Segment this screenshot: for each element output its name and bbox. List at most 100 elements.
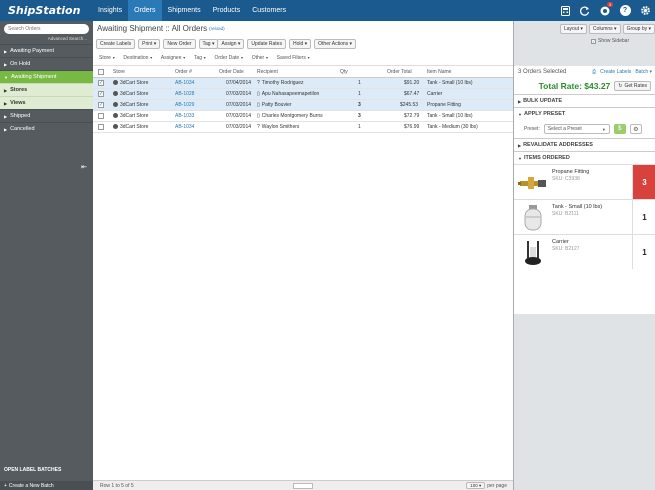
select-all-checkbox[interactable] [98, 69, 104, 75]
layout-button[interactable]: Layout ▾ [560, 24, 587, 34]
nav-insights[interactable]: Insights [92, 0, 128, 21]
caret-right-icon: ▶ [4, 61, 8, 67]
calculator-icon[interactable] [555, 0, 575, 21]
show-sidebar-toggle[interactable]: ✓ Show Sidebar [591, 38, 629, 44]
filter-order-date[interactable]: Order Date▼ [214, 55, 243, 61]
sidebar-item-shipped[interactable]: ▶ Shipped [0, 109, 93, 122]
shipstation-logo[interactable]: ShipStation [0, 0, 92, 21]
revalidate-addresses-section[interactable]: ▶ REVALIDATE ADDRESSES [514, 138, 655, 151]
search-orders-input[interactable] [4, 24, 89, 34]
ordered-item: Carrier SKU: B2127 1 [514, 234, 655, 269]
recipient-cell: ▯ Apu Nahasapeemapetilon [257, 91, 320, 97]
caret-down-icon: ▼ [4, 74, 8, 80]
col-order-total[interactable]: Order Total [387, 69, 412, 75]
apply-preset-section[interactable]: ▼ APPLY PRESET [514, 107, 655, 120]
qty-cell: 1 [358, 80, 361, 86]
nav-orders[interactable]: Orders [128, 0, 162, 21]
tag-assign-group: Tag ▾ Assign ▾ [198, 38, 245, 49]
preset-select[interactable]: Select a Preset ▼ [543, 124, 610, 134]
caret-right-icon: ▶ [4, 87, 8, 93]
batch-link[interactable]: Batch ▾ [635, 69, 652, 75]
orders-table: Store Order # Order Date Recipient Qty O… [93, 67, 513, 133]
advanced-search-link[interactable]: Advanced Search... [48, 36, 87, 41]
create-labels-button[interactable]: Create Labels [96, 38, 136, 49]
assign-button[interactable]: Assign ▾ [217, 38, 245, 49]
order-number-link[interactable]: AB-1028 [175, 91, 194, 97]
sidebar-item-on-hold[interactable]: ▶ On Hold [0, 57, 93, 70]
table-row[interactable]: ✓ 3dCart Store AB-1029 07/03/2014 ▯ Patty… [93, 100, 513, 111]
update-rates-button[interactable]: Update Rates [247, 38, 286, 49]
row-checkbox[interactable] [98, 113, 104, 119]
get-rates-button[interactable]: ↻ Get Rates [614, 81, 651, 91]
filter-tag[interactable]: Tag▼ [194, 55, 207, 61]
col-recipient[interactable]: Recipient [257, 69, 278, 75]
new-order-button[interactable]: New Order [163, 38, 196, 49]
show-sidebar-checkbox[interactable]: ✓ [591, 38, 596, 44]
sidebar-item-cancelled[interactable]: ▶ Cancelled [0, 122, 93, 135]
col-order-date[interactable]: Order Date [219, 69, 244, 75]
col-order-number[interactable]: Order # [175, 69, 192, 75]
filter-destination[interactable]: Destination▼ [123, 55, 152, 61]
preset-label: Preset: [524, 126, 540, 132]
address-status-icon: ? [257, 80, 260, 86]
table-row[interactable]: 3dCart Store AB-1033 07/03/2014 ▯ Charles… [93, 111, 513, 122]
columns-button[interactable]: Columns ▾ [588, 24, 621, 34]
col-item-name[interactable]: Item Name [427, 69, 451, 75]
sidebar-subitem-views[interactable]: ▶ Views [0, 96, 93, 109]
table-row[interactable]: ✓ 3dCart Store AB-1028 07/03/2014 ▯ Apu N… [93, 89, 513, 100]
collapse-sidebar-icon[interactable]: ⇤ [81, 163, 87, 171]
order-date-cell: 07/03/2014 [226, 91, 252, 97]
horizontal-scrollbar[interactable] [293, 483, 313, 489]
nav-shipments[interactable]: Shipments [162, 0, 207, 21]
reload-link[interactable]: (reload) [209, 26, 225, 31]
refresh-icon[interactable] [575, 0, 595, 21]
row-checkbox[interactable]: ✓ [98, 80, 104, 86]
print-icon[interactable]: ⎙ [592, 69, 596, 75]
nav-products[interactable]: Products [207, 0, 247, 21]
nav-customers[interactable]: Customers [246, 0, 292, 21]
notifications-icon[interactable]: 3 [595, 0, 615, 21]
order-number-link[interactable]: AB-1034 [175, 124, 194, 130]
tag-button[interactable]: Tag ▾ [198, 38, 219, 49]
order-details-panel: 3 Orders Selected ⎙ Create Labels Batch … [514, 66, 655, 314]
items-ordered-section[interactable]: ▼ ITEMS ORDERED [514, 151, 655, 164]
table-row[interactable]: 3dCart Store AB-1034 07/03/2014 ? Waylon … [93, 122, 513, 133]
filter-assignee[interactable]: Assignee▼ [161, 55, 186, 61]
col-qty[interactable]: Qty [340, 69, 348, 75]
gear-icon[interactable] [635, 0, 655, 21]
group-by-button[interactable]: Group by ▾ [622, 24, 655, 34]
preset-settings-button[interactable]: ⚙ [629, 124, 642, 134]
col-store[interactable]: Store [113, 69, 125, 75]
ordered-item: Tank - Small (10 lbs) SKU: B2111 1 [514, 199, 655, 234]
sidebar-subitem-stores[interactable]: ▶ Stores [0, 83, 93, 96]
create-labels-link[interactable]: Create Labels [600, 69, 631, 75]
hold-button[interactable]: Hold ▾ [288, 38, 312, 49]
order-number-link[interactable]: AB-1034 [175, 80, 194, 86]
sidebar-item-awaiting-payment[interactable]: ▶ Awaiting Payment [0, 44, 93, 57]
notification-badge: 3 [606, 2, 613, 7]
table-row[interactable]: ✓ 3dCart Store AB-1034 07/04/2014 ? Timot… [93, 78, 513, 89]
total-cell: $245.53 [400, 102, 419, 108]
order-number-link[interactable]: AB-1029 [175, 102, 194, 108]
row-checkbox[interactable]: ✓ [98, 102, 104, 108]
recipient-cell: ▯ Charles Montgomery Burns [257, 113, 323, 119]
row-checkbox[interactable] [98, 124, 104, 130]
apply-preset-button[interactable]: $ [613, 124, 626, 134]
print-button[interactable]: Print ▾ [138, 38, 161, 49]
create-batch-button[interactable]: + Create a New Batch [0, 481, 93, 490]
store-icon [113, 91, 118, 97]
total-cell: $67.47 [404, 91, 420, 97]
left-sidebar: Advanced Search... ▶Awaiting Payment ▶On… [0, 21, 93, 490]
sidebar-item-awaiting-shipment[interactable]: ▼ Awaiting Shipment [0, 70, 93, 83]
other-actions-button[interactable]: Other Actions ▾ [314, 38, 357, 49]
filter-saved-filters[interactable]: Saved Filters▼ [277, 55, 311, 61]
help-icon[interactable]: ? [615, 0, 635, 21]
row-checkbox[interactable]: ✓ [98, 91, 104, 97]
caret-right-icon: ▶ [4, 100, 8, 106]
store-cell: 3dCart Store [113, 80, 148, 86]
bulk-update-section[interactable]: ▶ BULK UPDATE [514, 94, 655, 107]
per-page-select[interactable]: 100 ▾ [466, 482, 486, 489]
filter-other[interactable]: Other▼ [252, 55, 269, 61]
order-number-link[interactable]: AB-1033 [175, 113, 194, 119]
filter-store[interactable]: Store▼ [99, 55, 115, 61]
